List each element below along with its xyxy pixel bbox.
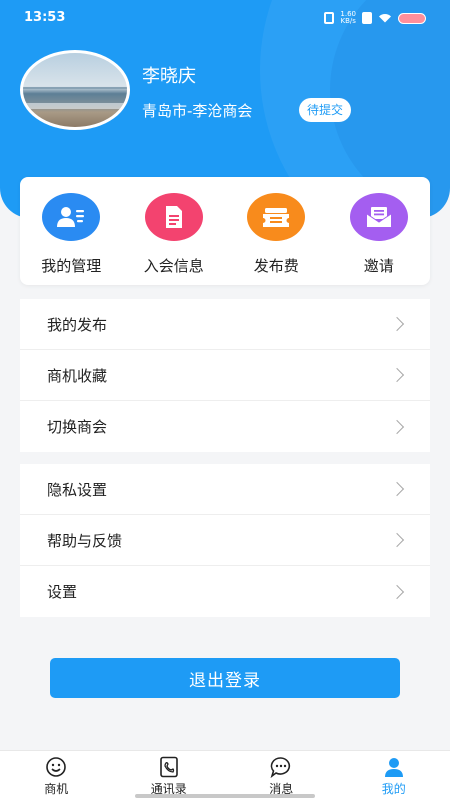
quick-action-my-management[interactable]: 我的管理 — [20, 177, 123, 285]
menu-item-switch-chamber[interactable]: 切换商会 — [20, 401, 430, 452]
quick-actions-card: 我的管理 入会信息 发布费 邀请 — [20, 177, 430, 285]
nav-tab-messages[interactable]: 消息 — [225, 751, 338, 800]
status-badge: 待提交 — [299, 98, 352, 122]
menu-item-label: 隐私设置 — [47, 480, 108, 499]
menu-item-settings[interactable]: 设置 — [20, 566, 430, 617]
quick-action-membership-info[interactable]: 入会信息 — [123, 177, 226, 285]
quick-action-label: 我的管理 — [41, 257, 102, 275]
menu-group-2: 隐私设置 帮助与反馈 设置 — [20, 464, 430, 617]
user-card-icon — [42, 193, 101, 241]
chevron-right-icon — [389, 481, 405, 497]
quick-action-publish-fee[interactable]: 发布费 — [225, 177, 328, 285]
logout-button[interactable]: 退出登录 — [50, 658, 400, 698]
quick-action-label: 入会信息 — [143, 257, 204, 275]
menu-item-help-feedback[interactable]: 帮助与反馈 — [20, 515, 430, 566]
nfc-icon — [362, 12, 372, 24]
vibrate-icon — [324, 12, 335, 24]
home-indicator — [135, 794, 315, 798]
user-organization: 青岛市-李沧商会 — [142, 102, 253, 120]
chevron-right-icon — [389, 532, 405, 548]
menu-item-privacy-settings[interactable]: 隐私设置 — [20, 464, 430, 515]
menu-item-label: 切换商会 — [47, 418, 108, 436]
avatar-wave — [23, 103, 127, 109]
document-icon — [144, 193, 203, 241]
status-icons: 1.60 KB/s — [324, 11, 426, 25]
chevron-right-icon — [389, 584, 405, 599]
status-time: 13:53 — [24, 10, 66, 25]
wifi-icon — [379, 14, 391, 23]
menu-item-label: 设置 — [47, 583, 78, 601]
nav-tab-label: 我的 — [381, 782, 406, 796]
user-name: 李晓庆 — [142, 66, 196, 87]
chevron-right-icon — [389, 419, 405, 434]
status-bar: 13:53 1.60 KB/s — [0, 0, 450, 36]
chat-icon — [270, 757, 291, 778]
menu-item-label: 帮助与反馈 — [47, 531, 123, 550]
menu-group-1: 我的发布 商机收藏 切换商会 — [20, 299, 430, 452]
ticket-icon — [247, 193, 306, 241]
quick-action-label: 邀请 — [363, 257, 394, 275]
contacts-icon — [159, 756, 178, 778]
nav-tab-label: 商机 — [44, 782, 69, 796]
menu-item-my-posts[interactable]: 我的发布 — [20, 299, 430, 350]
network-speed: 1.60 KB/s — [340, 11, 356, 25]
network-speed-unit: KB/s — [340, 17, 356, 25]
quick-action-invite[interactable]: 邀请 — [328, 177, 431, 285]
mail-icon — [349, 193, 408, 241]
person-icon — [384, 758, 403, 777]
avatar[interactable] — [20, 50, 130, 130]
chevron-right-icon — [389, 316, 405, 332]
smile-icon — [46, 757, 67, 777]
menu-item-label: 商机收藏 — [47, 366, 108, 385]
bottom-nav: 商机 通讯录 消息 我的 — [0, 750, 450, 800]
nav-tab-opportunities[interactable]: 商机 — [0, 751, 113, 800]
nav-tab-me[interactable]: 我的 — [338, 751, 450, 800]
quick-action-label: 发布费 — [253, 257, 299, 275]
menu-item-favorites[interactable]: 商机收藏 — [20, 350, 430, 401]
battery-icon — [398, 12, 426, 24]
menu-item-label: 我的发布 — [47, 315, 108, 334]
avatar-horizon — [23, 87, 127, 89]
nav-tab-contacts[interactable]: 通讯录 — [113, 751, 226, 800]
chevron-right-icon — [389, 367, 405, 383]
